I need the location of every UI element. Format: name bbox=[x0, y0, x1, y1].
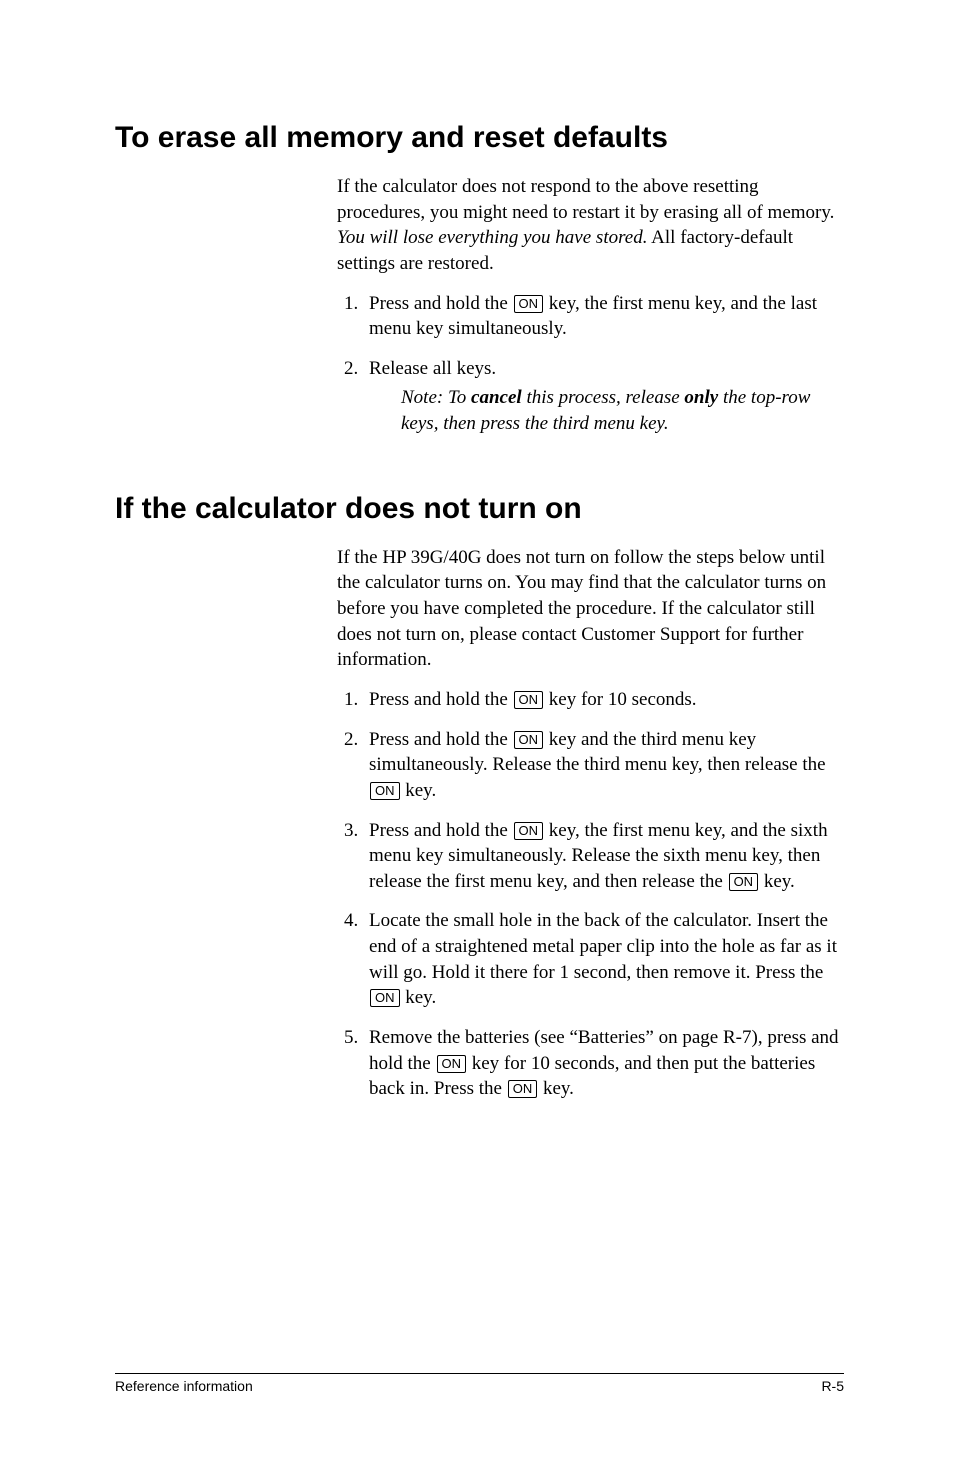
note-mid: this process, release bbox=[522, 387, 685, 408]
on-key-icon: ON bbox=[514, 295, 544, 313]
on-key-icon: ON bbox=[729, 873, 759, 891]
s2-2c: key. bbox=[401, 780, 437, 801]
s2-5c: key. bbox=[538, 1078, 574, 1099]
step1-text-a: Press and hold the bbox=[369, 293, 513, 314]
s2-1a: Press and hold the bbox=[369, 689, 513, 710]
section1-step2: Release all keys. Note: To cancel this p… bbox=[363, 356, 844, 437]
s2-4a: Locate the small hole in the back of the… bbox=[369, 910, 837, 982]
on-key-icon: ON bbox=[370, 782, 400, 800]
section2-intro: If the HP 39G/40G does not turn on follo… bbox=[337, 545, 844, 673]
s2-4b: key. bbox=[401, 987, 437, 1008]
s2-3c: key. bbox=[759, 871, 795, 892]
note-only: only bbox=[684, 387, 718, 408]
on-key-icon: ON bbox=[370, 989, 400, 1007]
s2-3a: Press and hold the bbox=[369, 820, 513, 841]
note-cancel: cancel bbox=[471, 387, 522, 408]
heading-erase-memory: To erase all memory and reset defaults bbox=[115, 120, 844, 156]
on-key-icon: ON bbox=[508, 1080, 538, 1098]
section2-step3: Press and hold the ON key, the first men… bbox=[363, 818, 844, 895]
on-key-icon: ON bbox=[437, 1055, 467, 1073]
step2-text: Release all keys. bbox=[369, 358, 496, 379]
s2-2a: Press and hold the bbox=[369, 729, 513, 750]
intro-italic: You will lose everything you have stored… bbox=[337, 227, 647, 248]
section2-step1: Press and hold the ON key for 10 seconds… bbox=[363, 687, 844, 713]
section2-step5: Remove the batteries (see “Batteries” on… bbox=[363, 1025, 844, 1102]
section1-step1: Press and hold the ON key, the first men… bbox=[363, 291, 844, 342]
section1-note: Note: To cancel this process, release on… bbox=[401, 385, 844, 436]
section2-steps: Press and hold the ON key for 10 seconds… bbox=[337, 687, 844, 1102]
section1-steps: Press and hold the ON key, the first men… bbox=[337, 291, 844, 437]
section2-step2: Press and hold the ON key and the third … bbox=[363, 727, 844, 804]
section1-body: If the calculator does not respond to th… bbox=[337, 174, 844, 437]
on-key-icon: ON bbox=[514, 691, 544, 709]
on-key-icon: ON bbox=[514, 731, 544, 749]
footer-left: Reference information bbox=[115, 1378, 253, 1394]
note-prefix: Note: To bbox=[401, 387, 471, 408]
heading-not-turn-on: If the calculator does not turn on bbox=[115, 491, 844, 527]
section1-intro: If the calculator does not respond to th… bbox=[337, 174, 844, 277]
s2-1b: key for 10 seconds. bbox=[544, 689, 697, 710]
section2-body: If the HP 39G/40G does not turn on follo… bbox=[337, 545, 844, 1102]
section2-step4: Locate the small hole in the back of the… bbox=[363, 908, 844, 1011]
page: To erase all memory and reset defaults I… bbox=[0, 0, 954, 1464]
intro-text-a: If the calculator does not respond to th… bbox=[337, 176, 834, 223]
page-footer: Reference information R-5 bbox=[115, 1373, 844, 1394]
footer-page-number: R-5 bbox=[821, 1378, 844, 1394]
on-key-icon: ON bbox=[514, 822, 544, 840]
